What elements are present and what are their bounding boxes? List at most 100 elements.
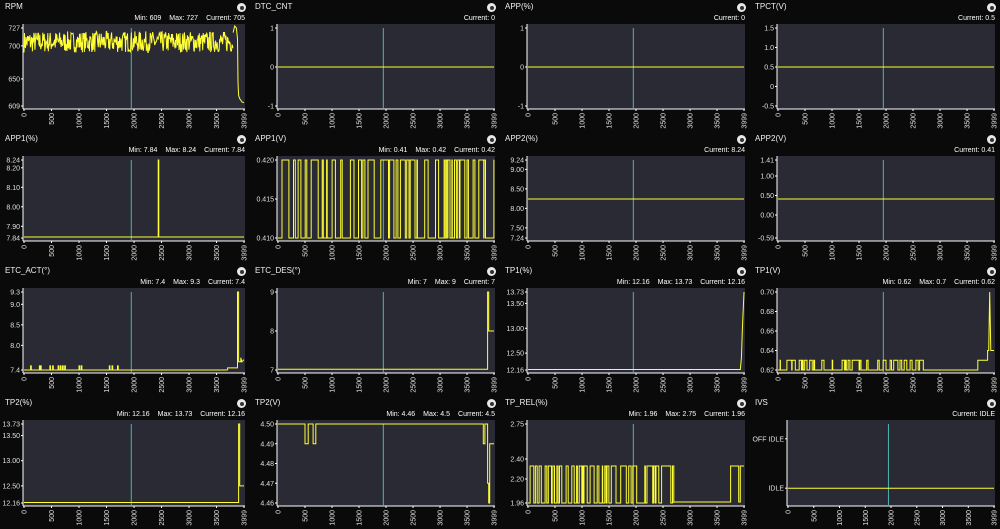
x-tick-label: 3000 bbox=[187, 377, 194, 393]
plot-dtc_cnt[interactable]: 10-10 500 1000 1500 2000 2500 3000 3500 3999 bbox=[251, 0, 499, 131]
x-tick-label: 2500 bbox=[411, 377, 418, 393]
x-tick-label: 500 bbox=[49, 245, 56, 257]
x-tick-label: 2000 bbox=[634, 377, 641, 393]
x-tick-label: 2000 bbox=[884, 245, 891, 261]
x-tick-label: 0 bbox=[276, 113, 283, 117]
x-tick-label: 2000 bbox=[132, 245, 139, 261]
x-tick-label: 3000 bbox=[187, 245, 194, 261]
x-tick-label: 3500 bbox=[715, 510, 722, 526]
plot-tp1_pct[interactable]: 13.73 13.50 13.00 12.50 12.160 500 1000 1500 200… bbox=[501, 264, 749, 395]
x-tick-label: 1500 bbox=[357, 510, 364, 526]
y-tick-label: 1.41 bbox=[760, 158, 774, 165]
plot-app1_v[interactable]: 0.420 0.415 0.4100 500 1000 1500 2000 2500 3000 3… bbox=[251, 132, 499, 263]
x-tick-label: 3000 bbox=[688, 510, 695, 526]
x-tick-label: 2500 bbox=[411, 245, 418, 261]
y-tick-label: -0.59 bbox=[758, 236, 774, 243]
plot-background bbox=[277, 288, 495, 373]
y-tick-label: 4.48 bbox=[260, 461, 274, 468]
x-tick-label: 1000 bbox=[580, 377, 587, 393]
plot-app[interactable]: 10-10 500 1000 1500 2000 2500 3000 3500 3999 bbox=[501, 0, 749, 131]
x-tick-label: 3999 bbox=[492, 377, 499, 393]
y-tick-label: 1.0 bbox=[764, 45, 774, 52]
x-tick-label: 1500 bbox=[607, 377, 614, 393]
x-tick-label: 3999 bbox=[742, 377, 749, 393]
x-tick-label: 3000 bbox=[438, 377, 445, 393]
x-tick-label: 1000 bbox=[830, 245, 837, 261]
x-tick-label: 0 bbox=[22, 510, 29, 514]
plot-tp2_v[interactable]: 4.50 4.49 4.48 4.47 4.460 500 1000 1500 2000 2500… bbox=[251, 396, 499, 528]
y-tick-label: 9.0 bbox=[10, 302, 20, 309]
x-tick-label: 3999 bbox=[242, 245, 249, 261]
plot-background bbox=[277, 156, 495, 241]
x-tick-label: 2000 bbox=[132, 510, 139, 526]
x-tick-label: 500 bbox=[553, 245, 560, 257]
x-tick-label: 3500 bbox=[965, 245, 972, 261]
x-tick-label: 2000 bbox=[132, 377, 139, 393]
y-tick-label: 13.50 bbox=[506, 301, 524, 308]
y-tick-label: 0 bbox=[770, 84, 774, 91]
plot-etc_act[interactable]: 9.3 9.0 8.5 8.0 7.40 500 1000 1500 2000 2500 3000 3… bbox=[1, 264, 249, 395]
y-tick-label: 1.5 bbox=[764, 26, 774, 33]
panel-tp2_v: TP2(V) Min: 4.46 Max: 4.5 Current: 4.5 4.50 4… bbox=[251, 396, 499, 528]
x-tick-label: 1500 bbox=[104, 377, 111, 393]
x-tick-label: 0 bbox=[276, 245, 283, 249]
x-tick-label: 2500 bbox=[914, 510, 921, 526]
x-tick-label: 1000 bbox=[580, 510, 587, 526]
x-tick-label: 1000 bbox=[77, 245, 84, 261]
y-tick-label: 2.40 bbox=[510, 457, 524, 464]
x-tick-label: 1000 bbox=[77, 113, 84, 129]
x-tick-label: 3999 bbox=[492, 113, 499, 129]
plot-app2_v[interactable]: 1.41 1.00 0.50 0.00 -0.590 500 1000 1500 2000 250… bbox=[751, 132, 999, 263]
y-tick-label: 1.00 bbox=[760, 173, 774, 180]
y-tick-label: 13.00 bbox=[506, 326, 524, 333]
y-tick-label: 2.20 bbox=[510, 477, 524, 484]
x-tick-label: 0 bbox=[276, 510, 283, 514]
panel-ivs: IVS Current: IDLE OFF IDLE IDLE 0 500 1000 1500… bbox=[751, 396, 999, 528]
plot-ivs[interactable]: OFF IDLE IDLE 0 500 1000 1500 2000 2500 3000 3500… bbox=[751, 396, 999, 528]
y-tick-label: 8.50 bbox=[510, 186, 524, 193]
x-tick-label: 3999 bbox=[742, 245, 749, 261]
x-tick-label: 500 bbox=[303, 510, 310, 522]
y-tick-label: 7 bbox=[270, 368, 274, 375]
y-tick-label: 4.49 bbox=[260, 441, 274, 448]
y-tick-label: 9 bbox=[270, 290, 274, 297]
y-tick-label: 8.10 bbox=[6, 185, 20, 192]
y-tick-label: 13.73 bbox=[2, 422, 20, 429]
x-tick-label: 3000 bbox=[438, 245, 445, 261]
x-tick-label: 1000 bbox=[330, 245, 337, 261]
plot-background bbox=[787, 420, 995, 506]
panel-app2_v: APP2(V) Current: 0.41 1.41 1.00 0.50 0.00 -0.5… bbox=[751, 132, 999, 263]
x-tick-label: 500 bbox=[803, 245, 810, 257]
plot-tp1_v[interactable]: 0.70 0.68 0.66 0.64 0.620 500 1000 1500 2000 2500… bbox=[751, 264, 999, 395]
y-tick-label: 8 bbox=[270, 329, 274, 336]
y-tick-label: 7.50 bbox=[510, 225, 524, 232]
plot-etc_des[interactable]: 9 8 70 500 1000 1500 2000 2500 3000 3500 3999 bbox=[251, 264, 499, 395]
plot-background bbox=[23, 420, 245, 506]
plot-tp_rel[interactable]: 2.75 2.40 2.20 1.960 500 1000 1500 2000 2500 3000… bbox=[501, 396, 749, 528]
y-tick-label: 0.50 bbox=[760, 193, 774, 200]
x-tick-label: 0 bbox=[526, 510, 533, 514]
x-tick-label: 2000 bbox=[132, 113, 139, 129]
plot-tp2_pct[interactable]: 13.73 13.50 13.00 12.50 12.160 500 1000 1500 200… bbox=[1, 396, 249, 528]
x-tick-label: 3999 bbox=[242, 510, 249, 526]
x-tick-label: 3500 bbox=[715, 113, 722, 129]
x-tick-label: 2000 bbox=[889, 510, 896, 526]
x-tick-label: 3500 bbox=[465, 113, 472, 129]
plot-app2_pct[interactable]: 9.24 9.00 8.50 8.00 7.50 7.240 500 1000 1500 2000… bbox=[501, 132, 749, 263]
x-tick-label: 500 bbox=[553, 377, 560, 389]
plot-rpm[interactable]: 727 700 650 6090 500 1000 1500 2000 2500 3000 3500… bbox=[1, 0, 249, 131]
x-tick-label: 3500 bbox=[214, 113, 221, 129]
x-tick-label: 3000 bbox=[688, 377, 695, 393]
x-tick-label: 2500 bbox=[911, 245, 918, 261]
x-tick-label: 500 bbox=[553, 510, 560, 522]
x-tick-label: 3000 bbox=[438, 510, 445, 526]
x-tick-label: 3000 bbox=[938, 113, 945, 129]
x-tick-label: 3000 bbox=[688, 113, 695, 129]
y-tick-label: 7.90 bbox=[6, 224, 20, 231]
x-tick-label: 3000 bbox=[940, 510, 947, 526]
plot-tpct[interactable]: 1.51.00.50-0.50 500 1000 1500 2000 2500 3000 35… bbox=[751, 0, 999, 131]
y-tick-label: 0.00 bbox=[760, 212, 774, 219]
x-tick-label: 3999 bbox=[242, 377, 249, 393]
plot-app1_pct[interactable]: 8.248.20 8.10 8.00 7.90 7.840 500 1000 1500 2000… bbox=[1, 132, 249, 263]
y-tick-label: 0.64 bbox=[760, 348, 774, 355]
